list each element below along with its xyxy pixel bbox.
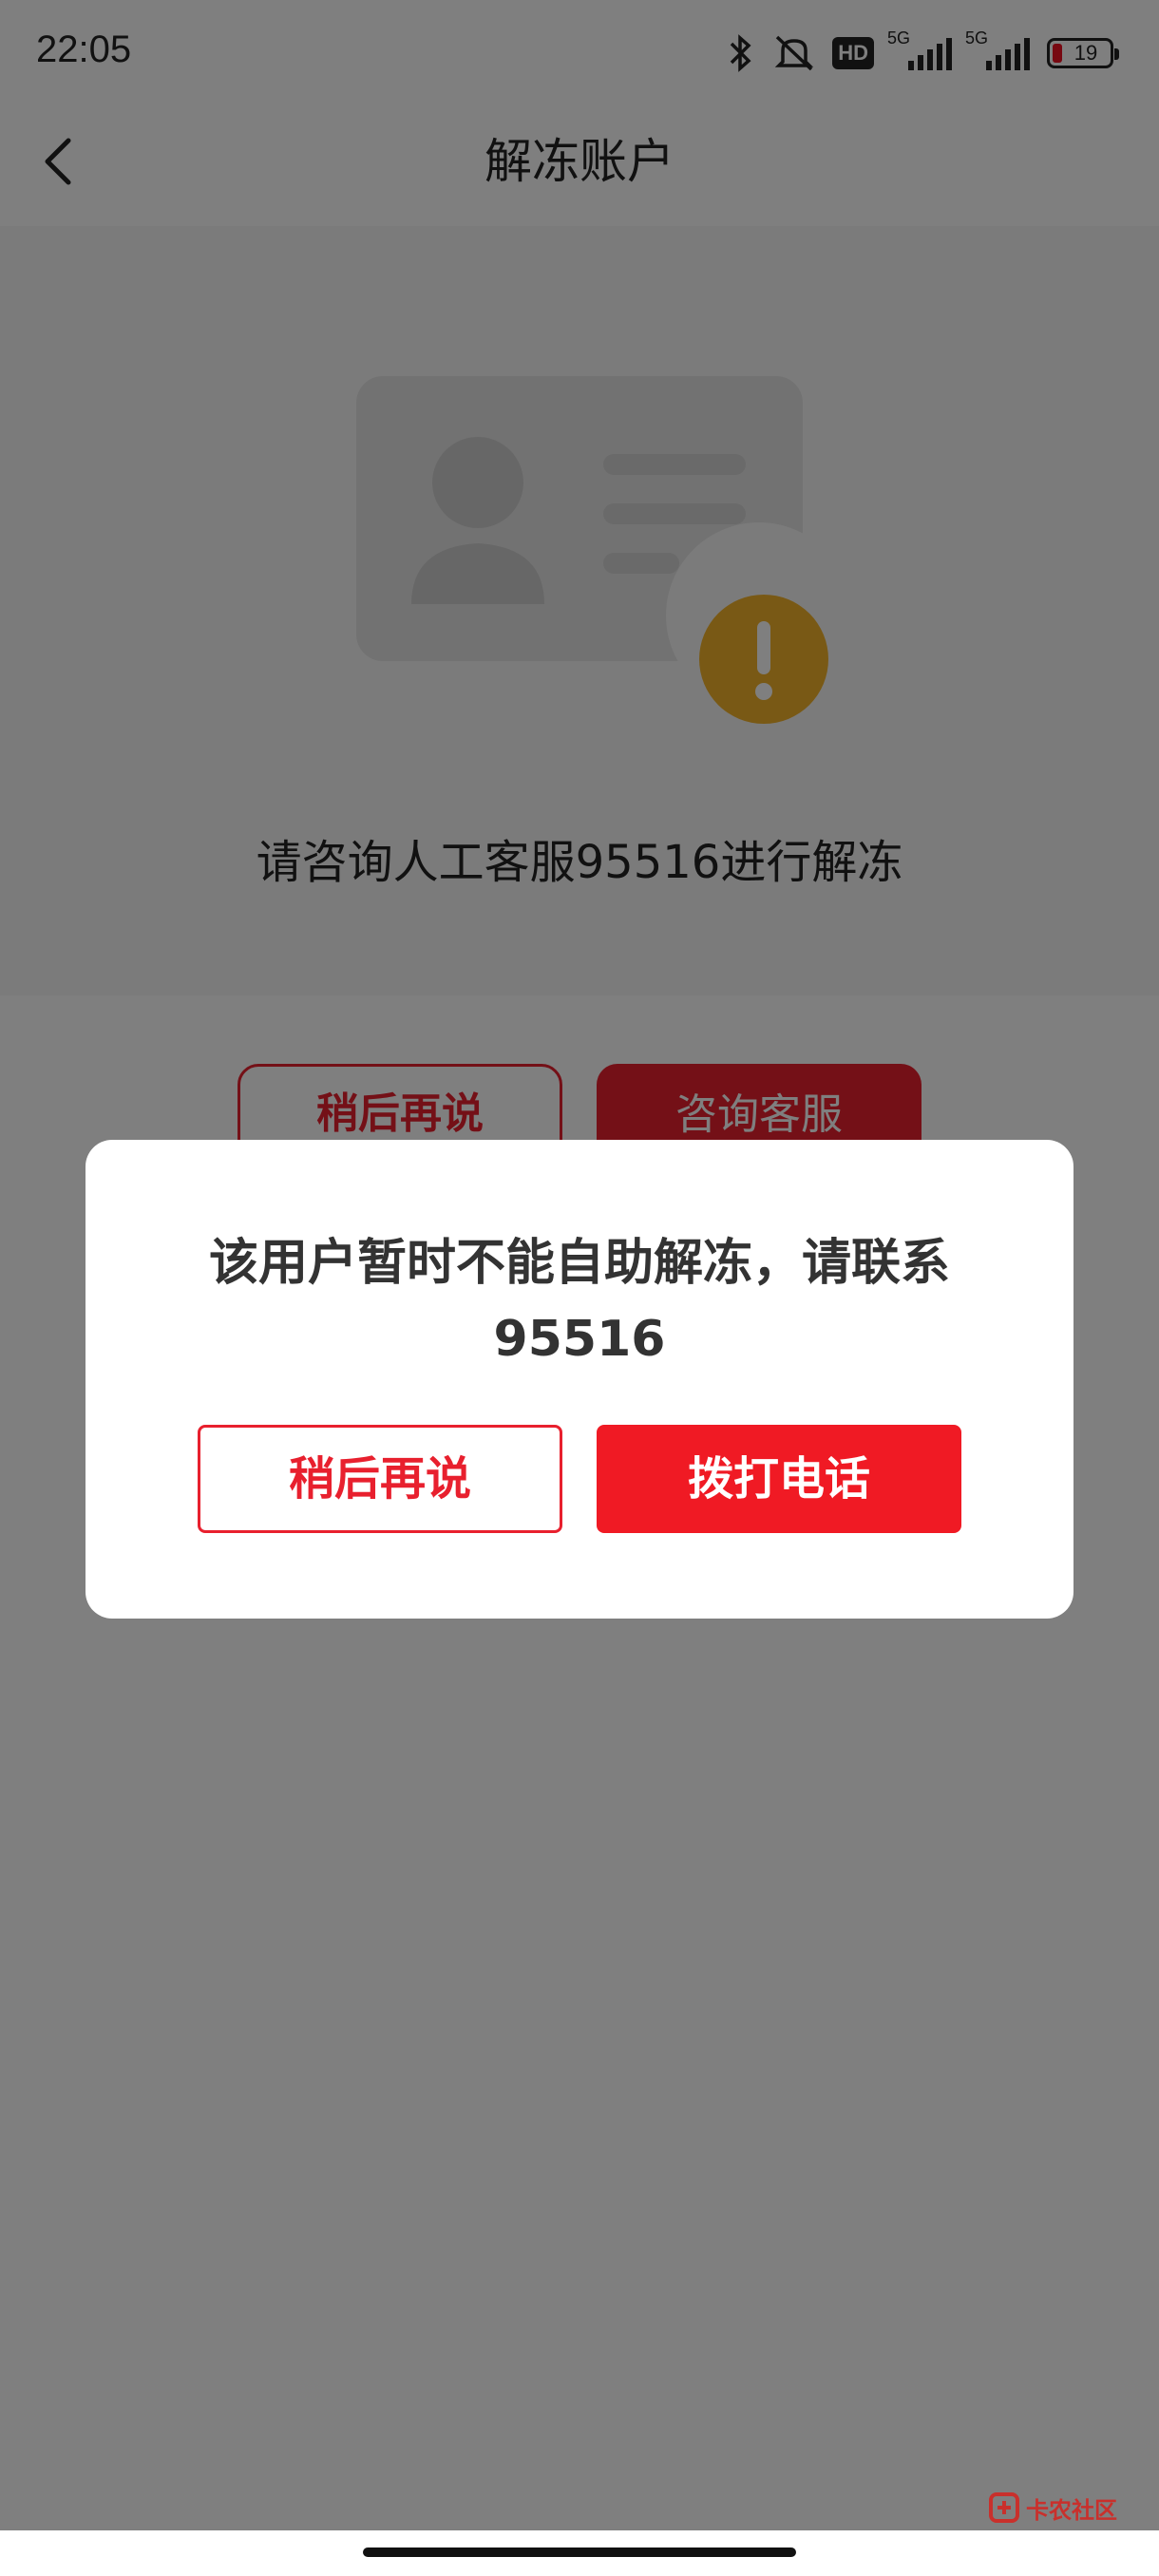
watermark-text: 卡农社区 (1026, 2496, 1117, 2524)
call-button[interactable]: 拨打电话 (597, 1425, 961, 1533)
unfreeze-dialog: 该用户暂时不能自助解冻，请联系95516 稍后再说 拨打电话 (86, 1140, 1074, 1619)
watermark-logo-icon (989, 2492, 1019, 2523)
watermark: 卡农社区 (988, 2491, 1117, 2525)
dialog-later-button[interactable]: 稍后再说 (198, 1425, 562, 1533)
home-indicator[interactable] (363, 2548, 796, 2557)
dialog-message: 该用户暂时不能自助解冻，请联系95516 (208, 1235, 950, 1368)
